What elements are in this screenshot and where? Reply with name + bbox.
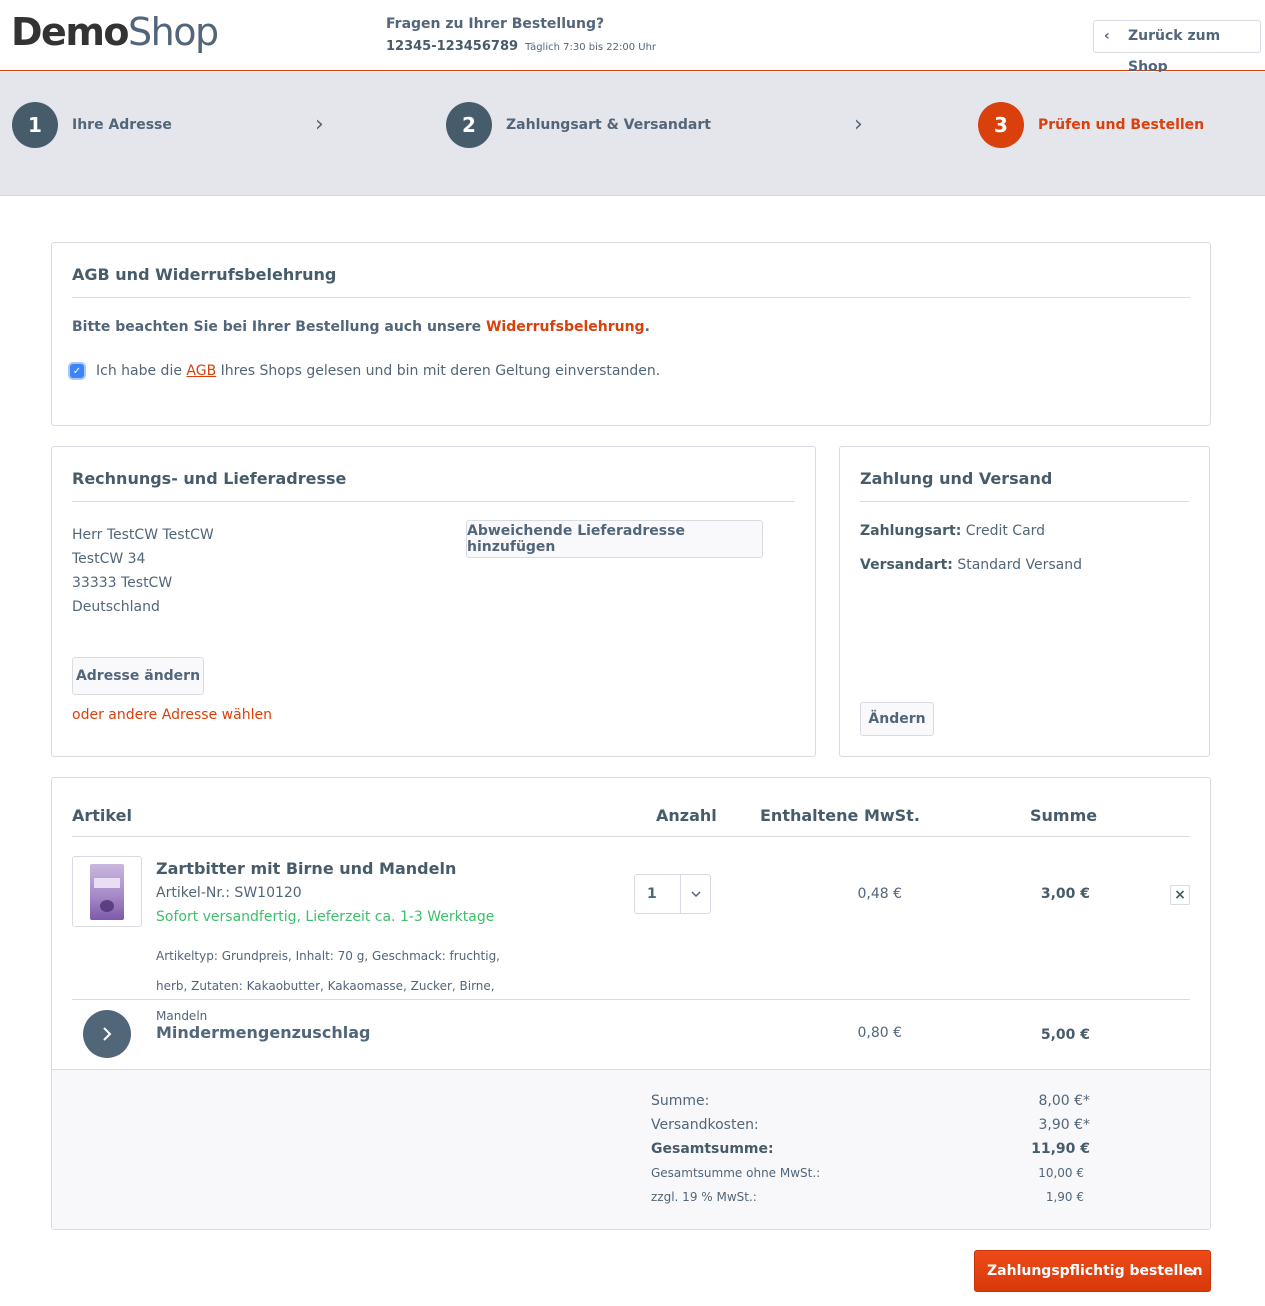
step-review-order: 3 Prüfen und Bestellen bbox=[978, 102, 1204, 148]
total-row-net: Gesamtsumme ohne MwSt.: 10,00 € bbox=[651, 1166, 1084, 1180]
address-line: Herr TestCW TestCW bbox=[72, 527, 214, 543]
support-phone: 12345-123456789 bbox=[386, 39, 519, 54]
agb-link[interactable]: AGB bbox=[186, 363, 216, 379]
agb-accept-suffix: Ihres Shops gelesen und bin mit deren Ge… bbox=[220, 363, 661, 379]
agb-accept-label: Ich habe die AGB Ihres Shops gelesen und… bbox=[96, 363, 660, 379]
agb-accept-row: ✓ Ich habe die AGB Ihres Shops gelesen u… bbox=[70, 363, 660, 379]
payment-method-label: Zahlungsart: bbox=[860, 523, 962, 539]
address-line: Deutschland bbox=[72, 599, 160, 615]
total-row-grand: Gesamtsumme: 11,90 € bbox=[651, 1141, 1090, 1157]
step-number: 3 bbox=[978, 102, 1024, 148]
product-name[interactable]: Zartbitter mit Birne und Mandeln bbox=[156, 859, 456, 878]
total-row-shipping: Versandkosten: 3,90 €* bbox=[651, 1117, 1090, 1133]
chevron-down-icon bbox=[681, 875, 710, 913]
total-label: Summe: bbox=[651, 1093, 710, 1109]
total-value: 10,00 € bbox=[1038, 1166, 1084, 1180]
shop-logo[interactable]: DemoShop bbox=[11, 10, 219, 54]
revocation-link[interactable]: Widerrufsbelehrung bbox=[486, 319, 645, 335]
surcharge-vat: 0,80 € bbox=[857, 1025, 902, 1041]
change-payment-button[interactable]: Ändern bbox=[860, 702, 934, 736]
payment-method-value: Credit Card bbox=[965, 523, 1046, 539]
col-article: Artikel bbox=[72, 806, 132, 825]
total-value: 11,90 € bbox=[1031, 1141, 1090, 1157]
billing-address: Herr TestCW TestCW TestCW 34 33333 TestC… bbox=[72, 523, 214, 619]
delivery-info: Sofort versandfertig, Lieferzeit ca. 1-3… bbox=[156, 909, 495, 925]
total-value: 3,90 €* bbox=[1038, 1117, 1090, 1133]
place-order-button[interactable]: Zahlungspflichtig bestellen › bbox=[974, 1250, 1211, 1292]
col-vat: Enthaltene MwSt. bbox=[760, 806, 920, 825]
product-number: Artikel-Nr.: SW10120 bbox=[156, 885, 302, 901]
step-address[interactable]: 1 Ihre Adresse bbox=[12, 102, 172, 148]
step-payment-shipping[interactable]: 2 Zahlungsart & Versandart bbox=[446, 102, 711, 148]
step-number: 2 bbox=[446, 102, 492, 148]
surcharge-sum: 5,00 € bbox=[1040, 1027, 1090, 1043]
checkout-steps: 1 Ihre Adresse › 2 Zahlungsart & Versand… bbox=[0, 72, 1265, 196]
agb-title: AGB und Widerrufsbelehrung bbox=[72, 263, 1190, 298]
chevron-right-icon: › bbox=[1189, 1262, 1196, 1281]
logo-part-shop: Shop bbox=[128, 10, 219, 54]
item-vat: 0,48 € bbox=[857, 886, 902, 902]
address-line: 33333 TestCW bbox=[72, 575, 173, 591]
agb-panel: AGB und Widerrufsbelehrung Bitte beachte… bbox=[51, 242, 1211, 426]
agb-accept-prefix: Ich habe die bbox=[96, 363, 182, 379]
shipping-method-label: Versandart: bbox=[860, 557, 953, 573]
step-number: 1 bbox=[12, 102, 58, 148]
surcharge-name: Mindermengenzuschlag bbox=[156, 1023, 371, 1042]
step-label: Prüfen und Bestellen bbox=[1038, 117, 1205, 133]
col-sum: Summe bbox=[1030, 806, 1098, 825]
product-thumbnail[interactable] bbox=[72, 856, 142, 927]
quantity-select[interactable]: 1 bbox=[634, 874, 711, 914]
total-row-tax: zzgl. 19 % MwSt.: 1,90 € bbox=[651, 1190, 1084, 1204]
change-address-button[interactable]: Adresse ändern bbox=[72, 657, 204, 695]
total-label: Gesamtsumme: bbox=[651, 1141, 774, 1157]
quantity-value: 1 bbox=[635, 875, 681, 913]
logo-part-demo: Demo bbox=[11, 10, 130, 54]
add-delivery-address-button[interactable]: Abweichende Lieferadresse hinzufügen bbox=[466, 520, 763, 558]
address-line: TestCW 34 bbox=[72, 551, 146, 567]
chevron-right-icon bbox=[83, 1010, 131, 1058]
support-question: Fragen zu Ihrer Bestellung? bbox=[386, 16, 605, 32]
chevron-right-icon: › bbox=[854, 112, 863, 137]
description-line: Artikeltyp: Grundpreis, Inhalt: 70 g, Ge… bbox=[156, 949, 500, 963]
total-value: 8,00 €* bbox=[1038, 1093, 1090, 1109]
item-sum: 3,00 € bbox=[1040, 886, 1090, 902]
address-title: Rechnungs- und Lieferadresse bbox=[72, 467, 795, 502]
support-hours: Täglich 7:30 bis 22:00 Uhr bbox=[525, 42, 657, 53]
shipping-method-row: Versandart: Standard Versand bbox=[860, 557, 1082, 573]
payment-shipping-title: Zahlung und Versand bbox=[860, 467, 1189, 502]
total-label: Versandkosten: bbox=[651, 1117, 759, 1133]
product-description: Artikeltyp: Grundpreis, Inhalt: 70 g, Ge… bbox=[156, 941, 536, 1031]
description-line: herb, Zutaten: Kakaobutter, Kakaomasse, … bbox=[156, 979, 495, 1023]
divider bbox=[72, 836, 1190, 837]
back-to-shop-label: Zurück zum Shop bbox=[1128, 28, 1221, 75]
chevron-left-icon: ‹ bbox=[1104, 28, 1110, 44]
payment-method-row: Zahlungsart: Credit Card bbox=[860, 523, 1045, 539]
address-panel: Rechnungs- und Lieferadresse Herr TestCW… bbox=[51, 446, 816, 757]
choose-other-address-link[interactable]: oder andere Adresse wählen bbox=[72, 707, 272, 723]
agb-note-suffix: . bbox=[644, 319, 650, 335]
total-label: zzgl. 19 % MwSt.: bbox=[651, 1190, 757, 1204]
close-icon[interactable]: × bbox=[1170, 885, 1190, 905]
agb-note: Bitte beachten Sie bei Ihrer Bestellung … bbox=[72, 319, 650, 335]
totals-box: Summe: 8,00 €* Versandkosten: 3,90 €* Ge… bbox=[52, 1069, 1210, 1229]
back-to-shop-button[interactable]: ‹ Zurück zum Shop bbox=[1093, 20, 1261, 75]
agb-note-text: Bitte beachten Sie bei Ihrer Bestellung … bbox=[72, 319, 482, 335]
total-label: Gesamtsumme ohne MwSt.: bbox=[651, 1166, 821, 1180]
support-info: Fragen zu Ihrer Bestellung? 12345-123456… bbox=[386, 16, 656, 54]
step-label: Zahlungsart & Versandart bbox=[506, 117, 711, 133]
place-order-label: Zahlungspflichtig bestellen bbox=[987, 1263, 1203, 1279]
step-label: Ihre Adresse bbox=[72, 117, 172, 133]
header: DemoShop Fragen zu Ihrer Bestellung? 123… bbox=[0, 0, 1265, 75]
divider bbox=[72, 999, 1190, 1000]
payment-shipping-panel: Zahlung und Versand Zahlungsart: Credit … bbox=[839, 446, 1210, 757]
cart-panel: Artikel Anzahl Enthaltene MwSt. Summe Za… bbox=[51, 777, 1211, 1230]
shipping-method-value: Standard Versand bbox=[957, 557, 1082, 573]
col-quantity: Anzahl bbox=[656, 806, 717, 825]
chevron-right-icon: › bbox=[315, 112, 324, 137]
total-value: 1,90 € bbox=[1045, 1190, 1084, 1204]
product-image bbox=[90, 864, 124, 920]
total-row-sum: Summe: 8,00 €* bbox=[651, 1093, 1090, 1109]
checkbox-checked-icon[interactable]: ✓ bbox=[70, 364, 84, 378]
